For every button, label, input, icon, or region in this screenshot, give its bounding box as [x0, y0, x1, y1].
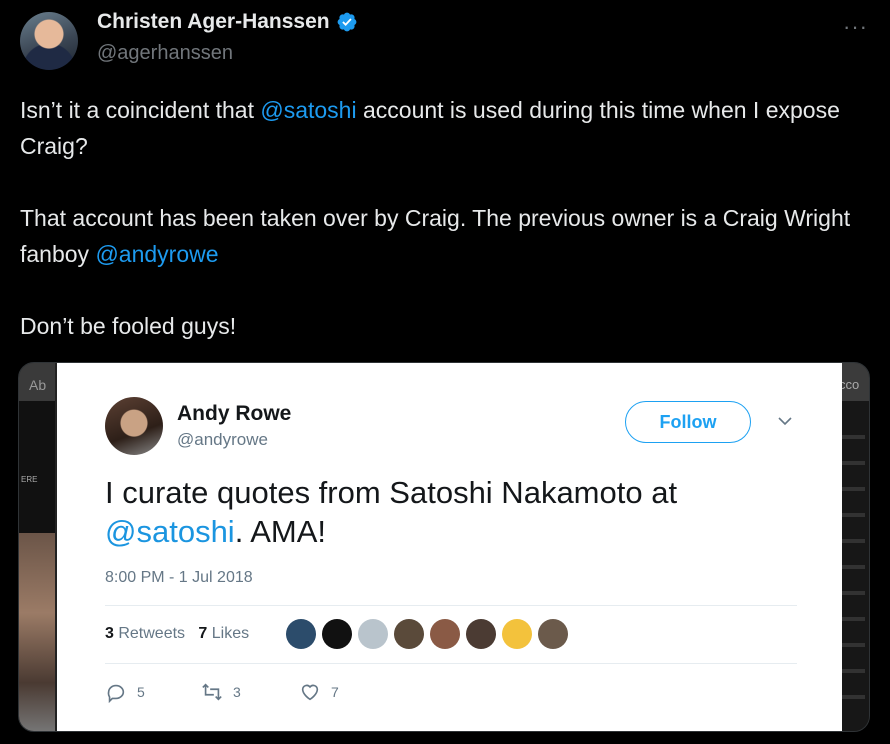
likes-count: 7	[198, 625, 208, 642]
liker-avatar	[394, 619, 424, 649]
divider	[105, 605, 797, 606]
tweet-text: Isn’t it a coincident that @satoshi acco…	[20, 92, 880, 344]
author-name[interactable]: Christen Ager-Hanssen	[97, 10, 330, 34]
author-handle[interactable]: @agerhanssen	[97, 42, 233, 65]
background-list	[841, 413, 865, 713]
background-text: ERE	[21, 475, 38, 484]
media-background-right: cco	[839, 363, 869, 731]
divider	[105, 663, 797, 664]
embedded-author-avatar	[105, 397, 163, 455]
tweet-paragraph-1: Isn’t it a coincident that @satoshi acco…	[20, 92, 880, 164]
media-background-left: Ab ERE	[19, 363, 55, 731]
liker-avatar	[502, 619, 532, 649]
author-name-row: Christen Ager-Hanssen	[97, 10, 358, 34]
verified-badge-icon	[337, 12, 357, 32]
tweet-header: Christen Ager-Hanssen @agerhanssen ···	[0, 0, 890, 85]
embedded-text-segment: . AMA!	[234, 514, 327, 549]
background-text: cco	[839, 377, 860, 392]
mention-satoshi-link[interactable]: @satoshi	[260, 97, 356, 123]
author-avatar[interactable]	[20, 12, 78, 70]
liker-avatar	[358, 619, 388, 649]
reply-action: 5	[105, 681, 201, 703]
liker-avatar	[430, 619, 460, 649]
embedded-author-handle: @andyrowe	[177, 430, 268, 449]
chevron-down-icon	[778, 417, 792, 426]
embedded-tweet-card: Andy Rowe @andyrowe Follow I curate quot…	[57, 363, 842, 731]
like-action: 7	[299, 681, 339, 703]
more-options-icon[interactable]: ···	[843, 14, 868, 40]
tweet-paragraph-3: Don’t be fooled guys!	[20, 313, 237, 339]
heart-icon	[301, 684, 319, 701]
retweet-icon	[202, 683, 222, 701]
liker-avatars	[286, 619, 568, 649]
background-photo	[19, 533, 55, 731]
like-count: 7	[331, 684, 339, 700]
reply-count: 5	[137, 684, 145, 700]
engagement-stats: 3 Retweets 7 Likes	[105, 625, 249, 643]
liker-avatar	[466, 619, 496, 649]
retweet-count: 3	[233, 684, 241, 700]
embedded-mention-satoshi: @satoshi	[105, 514, 235, 549]
liker-avatar	[286, 619, 316, 649]
tweet-media-image[interactable]: Ab ERE cco Andy Rowe @andyrowe Follow I …	[18, 362, 870, 732]
embedded-timestamp: 8:00 PM - 1 Jul 2018	[105, 569, 253, 586]
retweets-label: Retweets	[113, 625, 186, 642]
tweet-text-segment: Isn’t it a coincident that	[20, 97, 261, 123]
liker-avatar	[538, 619, 568, 649]
liker-avatar	[322, 619, 352, 649]
background-text: Ab	[29, 377, 47, 393]
reply-icon	[107, 684, 125, 703]
follow-button: Follow	[625, 401, 751, 443]
embedded-text-segment: I curate quotes from Satoshi Nakamoto at	[105, 475, 678, 510]
mention-andyrowe-link[interactable]: @andyrowe	[95, 241, 218, 267]
embedded-tweet-text: I curate quotes from Satoshi Nakamoto at…	[105, 473, 805, 551]
embedded-author-name: Andy Rowe	[177, 402, 292, 425]
retweets-count: 3	[105, 625, 114, 642]
likes-label: Likes	[207, 625, 250, 642]
embedded-action-bar: 5 3 7	[105, 681, 339, 703]
retweet-action: 3	[201, 681, 299, 703]
tweet-paragraph-2: That account has been taken over by Crai…	[20, 200, 880, 272]
